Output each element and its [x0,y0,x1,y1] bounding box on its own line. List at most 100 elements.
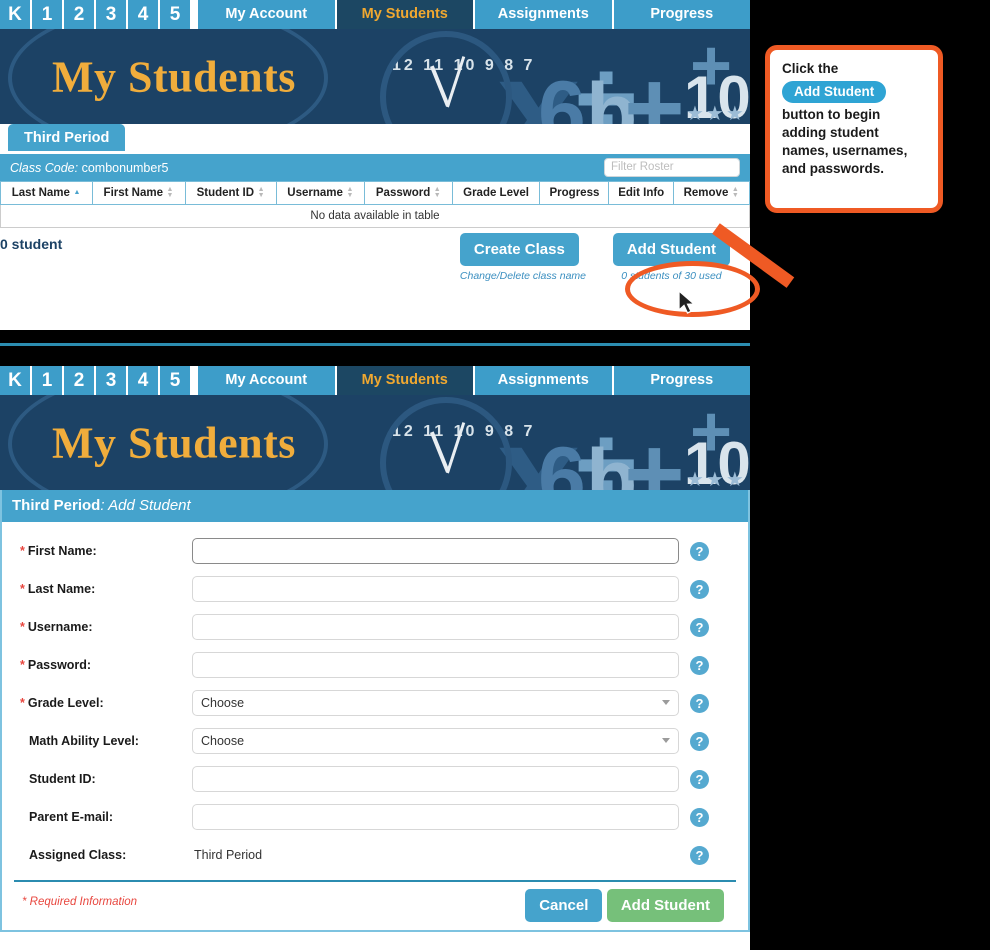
student-count: 0 student [0,236,63,253]
panel-separator [0,343,750,346]
form-add-student-button[interactable]: Add Student [606,889,724,922]
column-header-username[interactable]: Username ▲ ▼ [275,180,366,206]
plus-symbol-icon-3: + [624,416,685,490]
page-banner-2: 12 11 10 9 8 7 x ÷ 6 b + + 10 ★★★ My Stu… [0,395,750,490]
label-first-name: * First Name: [20,544,97,558]
help-icon-grade-level[interactable]: ? [690,693,709,713]
field-row-last-name: * Last Name: ? [12,570,738,608]
required-asterisk: * [20,582,25,596]
assigned-class-value: Third Period [194,848,263,862]
empty-table-message: No data available in table [0,204,750,229]
grade-button-5[interactable]: 5 [160,0,190,29]
label-password: * Password: [20,658,92,672]
screenshot-root: K 1 2 3 4 5 My Account My Students Assig… [0,0,990,950]
tab-progress-2[interactable]: Progress [613,366,750,395]
student-id-input[interactable] [192,766,679,792]
banner-title-2: My Students [52,418,296,467]
column-header-remove[interactable]: Remove ▲ ▼ [672,180,751,206]
math-ability-value: Choose [201,734,245,748]
help-icon-password[interactable]: ? [690,655,709,675]
grade-button-2-2[interactable]: 2 [64,366,94,395]
add-student-button[interactable]: Add Student [612,233,730,267]
help-icon-assigned-class[interactable]: ? [690,845,709,865]
field-row-student-id: Student ID: ? [12,760,738,798]
tab-my-account[interactable]: My Account [198,0,335,29]
class-code-bar: Class Code: combonumber5 Filter Roster [0,154,750,181]
help-icon-parent-email[interactable]: ? [690,807,709,827]
tab-my-account-2[interactable]: My Account [198,366,335,395]
field-row-parent-email: Parent E-mail: ? [12,798,738,836]
column-header-progress[interactable]: Progress [539,180,610,206]
create-class-button[interactable]: Create Class [459,233,579,267]
class-code: Class Code: combonumber5 [10,161,168,175]
cancel-button[interactable]: Cancel [525,889,603,922]
class-tab-third-period[interactable]: Third Period [8,124,126,151]
tab-my-students[interactable]: My Students [336,0,473,29]
grade-button-1[interactable]: 1 [32,0,62,29]
class-code-value: combonumber5 [81,160,169,175]
parent-email-input[interactable] [192,804,679,830]
tab-my-students-2[interactable]: My Students [336,366,473,395]
column-header-first-name[interactable]: First Name ▲ ▼ [91,180,186,206]
help-icon-last-name[interactable]: ? [690,579,709,599]
chevron-down-icon [662,700,670,705]
column-header-last-name[interactable]: Last Name ▲ [0,180,93,206]
roster-header-row: Last Name ▲ First Name ▲ ▼ Student ID ▲ ▼ Use… [0,180,751,206]
username-input[interactable] [192,614,679,640]
sort-icon: ▲ ▼ [346,186,354,199]
grade-button-2[interactable]: 2 [64,0,94,29]
label-username: * Username: [20,620,93,634]
column-header-student-id[interactable]: Student ID ▲ ▼ [184,180,277,206]
required-asterisk: * [20,544,25,558]
grade-button-1-2[interactable]: 1 [32,366,62,395]
tab-progress[interactable]: Progress [613,0,750,29]
required-asterisk: * [20,696,25,710]
help-icon-student-id[interactable]: ? [690,769,709,789]
field-row-assigned-class: Assigned Class: Third Period ? [12,836,738,874]
label-assigned-class: Assigned Class: [29,848,127,862]
form-header-action: : Add Student [100,497,191,514]
top-navbar: K 1 2 3 4 5 My Account My Students Assig… [0,0,750,29]
label-math-ability: Math Ability Level: [29,734,139,748]
nav-divider-2 [192,366,196,395]
add-student-panel: K 1 2 3 4 5 My Account My Students Assig… [0,366,750,950]
six-symbol-icon-2: 6 [538,430,586,490]
tab-assignments-2[interactable]: Assignments [475,366,612,395]
math-ability-select[interactable]: Choose [192,728,679,754]
first-name-input[interactable] [192,538,679,564]
field-row-grade-level: * Grade Level: Choose ? [12,684,738,722]
callout-add-student-chip: Add Student [782,81,887,104]
required-asterisk: * [20,658,25,672]
plus-symbol-icon: + [624,50,685,124]
help-icon-math-ability[interactable]: ? [690,731,709,751]
sort-icon: ▲ ▼ [731,186,739,199]
help-icon-first-name[interactable]: ? [690,541,709,561]
form-container: Third Period: Add Student * First Name: ?… [0,490,750,932]
callout-line-2: button to begin adding student names, us… [782,107,908,177]
column-header-grade-level[interactable]: Grade Level [451,180,541,206]
column-header-edit-info[interactable]: Edit Info [608,180,674,206]
grade-button-k[interactable]: K [0,0,30,29]
grade-button-4[interactable]: 4 [128,0,158,29]
label-student-id: Student ID: [29,772,96,786]
change-delete-class-link[interactable]: Change/Delete class name [460,270,586,282]
grade-button-3[interactable]: 3 [96,0,126,29]
page-banner: 12 11 10 9 8 7 x ÷ 6 b + + 10 ★★★ My Stu… [0,29,750,124]
sort-asc-icon: ▲ [73,188,81,196]
grade-button-4-2[interactable]: 4 [128,366,158,395]
help-icon-username[interactable]: ? [690,617,709,637]
last-name-input[interactable] [192,576,679,602]
grade-button-3-2[interactable]: 3 [96,366,126,395]
class-tab-row: Third Period [0,124,750,154]
password-input[interactable] [192,652,679,678]
tab-assignments[interactable]: Assignments [475,0,612,29]
column-header-password[interactable]: Password ▲ ▼ [364,180,453,206]
nav-divider [192,0,196,29]
class-code-label: Class Code: [10,160,79,175]
form-header-class: Third Period [12,497,101,514]
grade-button-5-2[interactable]: 5 [160,366,190,395]
grade-level-select[interactable]: Choose [192,690,679,716]
filter-roster-input[interactable]: Filter Roster [604,158,740,177]
form-body: * First Name: ? * Last Name: ? * Username: … [2,522,748,930]
grade-button-k-2[interactable]: K [0,366,30,395]
